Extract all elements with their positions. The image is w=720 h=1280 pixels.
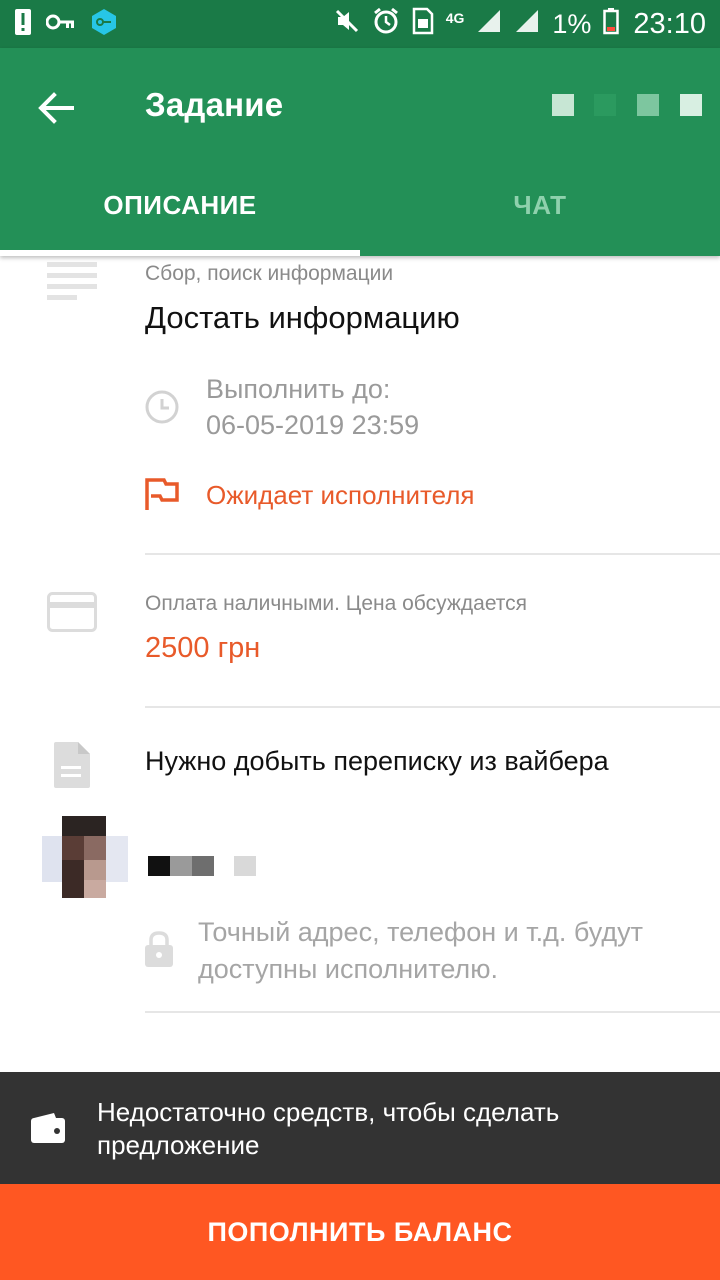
document-icon bbox=[52, 740, 92, 795]
divider bbox=[145, 553, 720, 555]
back-button[interactable] bbox=[34, 86, 78, 130]
top-up-balance-button[interactable]: ПОПОЛНИТЬ БАЛАНС bbox=[0, 1184, 720, 1280]
task-category: Сбор, поиск информации bbox=[145, 262, 394, 285]
app-bar: Задание ОПИСАНИЕ ЧАТ bbox=[0, 48, 720, 256]
task-status: Ожидает исполнителя bbox=[206, 480, 475, 510]
wallet-icon bbox=[30, 1112, 66, 1149]
blurred-action[interactable] bbox=[594, 94, 616, 116]
task-price: 2500 грн bbox=[145, 632, 261, 664]
sim-card-icon bbox=[412, 7, 434, 42]
lock-icon bbox=[144, 930, 174, 973]
status-bar-right: 4G 1% 23:10 bbox=[334, 6, 706, 42]
clock-icon bbox=[144, 389, 180, 430]
flag-icon bbox=[144, 476, 180, 517]
task-description: Нужно добыть переписку из вайбера bbox=[145, 746, 609, 776]
credit-card-icon bbox=[47, 592, 97, 637]
customer-name-redacted bbox=[148, 854, 258, 883]
arrow-left-icon bbox=[38, 92, 74, 124]
signal-icon-2 bbox=[514, 8, 540, 41]
snackbar: Недостаточно средств, чтобы сделать пред… bbox=[0, 1072, 720, 1184]
deadline-value: 06-05-2019 23:59 bbox=[206, 410, 420, 440]
clock: 23:10 bbox=[633, 7, 706, 40]
mute-icon bbox=[334, 8, 360, 41]
task-title: Достать информацию bbox=[145, 300, 460, 335]
status-bar-left bbox=[14, 8, 118, 41]
battery-low-icon bbox=[603, 7, 620, 42]
divider bbox=[145, 706, 720, 708]
alarm-icon bbox=[372, 7, 400, 42]
tab-indicator bbox=[0, 250, 360, 256]
blurred-action[interactable] bbox=[680, 94, 702, 116]
privacy-note: Точный адрес, телефон и т.д. будут досту… bbox=[198, 917, 643, 984]
tab-chat[interactable]: ЧАТ bbox=[360, 190, 720, 221]
snackbar-message: Недостаточно средств, чтобы сделать пред… bbox=[97, 1097, 560, 1160]
deadline-label: Выполнить до: bbox=[206, 374, 391, 404]
tab-description[interactable]: ОПИСАНИЕ bbox=[0, 190, 360, 221]
subject-icon bbox=[47, 262, 97, 307]
blurred-action[interactable] bbox=[637, 94, 659, 116]
network-type: 4G bbox=[445, 10, 465, 26]
payment-method: Оплата наличными. Цена обсуждается bbox=[145, 592, 528, 615]
key-icon bbox=[45, 12, 76, 37]
page-title: Задание bbox=[145, 86, 284, 123]
avatar[interactable] bbox=[42, 816, 128, 905]
alert-icon bbox=[14, 8, 32, 41]
battery-percent: 1% bbox=[552, 8, 592, 39]
blurred-action[interactable] bbox=[552, 94, 574, 116]
vpn-key-icon bbox=[90, 8, 118, 41]
signal-icon bbox=[476, 8, 502, 41]
status-bar: 4G 1% 23:10 bbox=[0, 0, 720, 48]
divider bbox=[145, 1011, 720, 1013]
